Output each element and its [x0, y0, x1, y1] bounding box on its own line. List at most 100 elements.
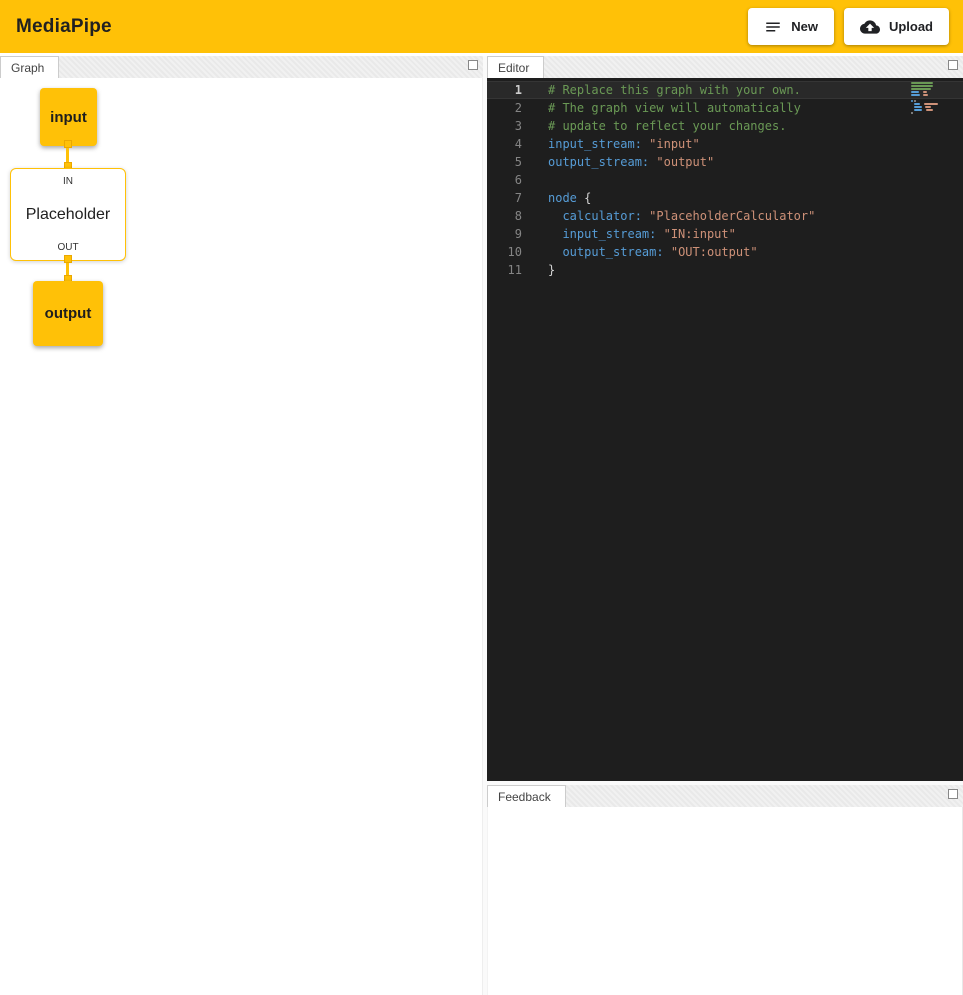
- line-content: [539, 171, 548, 189]
- feedback-content: [487, 807, 963, 995]
- new-button-label: New: [791, 19, 818, 34]
- code-line[interactable]: 10 output_stream: "OUT:output": [487, 243, 963, 261]
- code-line[interactable]: 9 input_stream: "IN:input": [487, 225, 963, 243]
- code-line[interactable]: 8 calculator: "PlaceholderCalculator": [487, 207, 963, 225]
- minimap-segment: [914, 100, 916, 102]
- minimap-segment: [914, 109, 923, 111]
- minimap-line: [911, 112, 953, 114]
- minimap-segment: [911, 112, 913, 114]
- line-content: calculator: "PlaceholderCalculator": [539, 207, 815, 225]
- code-line[interactable]: 1# Replace this graph with your own.: [487, 81, 963, 99]
- placeholder-out-port: OUT: [57, 242, 78, 253]
- code-line[interactable]: 2 # The graph view will automatically: [487, 99, 963, 117]
- minimap-line: [911, 109, 953, 111]
- line-number: 2: [487, 99, 539, 117]
- code-token: input_stream:: [548, 137, 642, 151]
- code-line[interactable]: 4input_stream: "input": [487, 135, 963, 153]
- code-token: # The graph view will automatically: [548, 101, 801, 115]
- maximize-icon[interactable]: [468, 60, 478, 70]
- minimap-segment: [923, 91, 927, 93]
- tab-graph[interactable]: Graph: [0, 56, 59, 78]
- code-token: [664, 245, 671, 259]
- graph-canvas[interactable]: input IN Placeholder OUT output: [0, 78, 483, 995]
- minimap-line: [911, 106, 953, 108]
- code-token: "output": [656, 155, 714, 169]
- minimap-segment: [911, 85, 933, 87]
- line-number: 11: [487, 261, 539, 279]
- cloud-upload-icon: [860, 17, 880, 37]
- code-line[interactable]: 11}: [487, 261, 963, 279]
- minimap-segment: [924, 103, 938, 105]
- line-number: 7: [487, 189, 539, 207]
- line-content: input_stream: "IN:input": [539, 225, 736, 243]
- header-buttons: New Upload: [748, 8, 949, 45]
- minimap-line: [911, 88, 953, 90]
- graph-panel-header: Graph: [0, 56, 483, 78]
- code-line[interactable]: 5output_stream: "output": [487, 153, 963, 171]
- line-content: # The graph view will automatically: [539, 99, 801, 117]
- graph-node-input-label: input: [50, 109, 87, 126]
- tab-feedback-label: Feedback: [498, 790, 551, 804]
- line-content: output_stream: "output": [539, 153, 714, 171]
- minimap-segment: [914, 103, 921, 105]
- graph-panel: Graph input IN Placeholder OUT output: [0, 56, 483, 995]
- code-editor[interactable]: 1# Replace this graph with your own.2 # T…: [487, 78, 963, 781]
- minimap-segment: [911, 94, 920, 96]
- code-token: # update to reflect your changes.: [548, 119, 786, 133]
- maximize-icon[interactable]: [948, 60, 958, 70]
- graph-node-output-label: output: [45, 305, 92, 322]
- minimap[interactable]: [911, 82, 953, 115]
- line-content: # Replace this graph with your own.: [539, 81, 801, 99]
- code-token: [548, 227, 562, 241]
- line-number: 8: [487, 207, 539, 225]
- code-token: [548, 245, 562, 259]
- editor-panel: Editor 1# Replace this graph with your o…: [487, 56, 963, 781]
- code-token: calculator:: [562, 209, 641, 223]
- upload-button[interactable]: Upload: [844, 8, 949, 45]
- code-token: [656, 227, 663, 241]
- app-header: MediaPipe New Upload: [0, 0, 963, 53]
- placeholder-label: Placeholder: [26, 206, 111, 224]
- feedback-panel-header: Feedback: [487, 785, 963, 807]
- minimap-line: [911, 91, 953, 93]
- minimap-segment: [926, 109, 933, 111]
- code-line[interactable]: 3 # update to reflect your changes.: [487, 117, 963, 135]
- new-button[interactable]: New: [748, 8, 834, 45]
- maximize-icon[interactable]: [948, 789, 958, 799]
- line-number: 4: [487, 135, 539, 153]
- minimap-line: [911, 103, 953, 105]
- code-token: }: [548, 263, 555, 277]
- graph-node-output[interactable]: output: [33, 281, 103, 346]
- line-number: 5: [487, 153, 539, 171]
- code-line[interactable]: 7node {: [487, 189, 963, 207]
- minimap-segment: [911, 100, 913, 102]
- tab-graph-label: Graph: [11, 61, 44, 75]
- line-content: output_stream: "OUT:output": [539, 243, 758, 261]
- right-column: Editor 1# Replace this graph with your o…: [487, 56, 963, 995]
- tab-feedback[interactable]: Feedback: [487, 785, 566, 807]
- line-content: node {: [539, 189, 591, 207]
- main-layout: Graph input IN Placeholder OUT output: [0, 53, 963, 995]
- minimap-segment: [911, 82, 933, 84]
- port-dot: [64, 255, 72, 263]
- minimap-segment: [914, 106, 922, 108]
- tab-editor[interactable]: Editor: [487, 56, 544, 78]
- code-token: {: [577, 191, 591, 205]
- code-line[interactable]: 6: [487, 171, 963, 189]
- line-content: input_stream: "input": [539, 135, 700, 153]
- minimap-line: [911, 100, 953, 102]
- line-number: 6: [487, 171, 539, 189]
- code-token: node: [548, 191, 577, 205]
- graph-node-placeholder[interactable]: IN Placeholder OUT: [10, 168, 126, 261]
- code-token: "PlaceholderCalculator": [649, 209, 815, 223]
- code-token: "input": [649, 137, 700, 151]
- feedback-panel: Feedback: [487, 785, 963, 995]
- code-token: [548, 209, 562, 223]
- minimap-line: [911, 82, 953, 84]
- graph-node-input[interactable]: input: [40, 88, 97, 146]
- line-number: 3: [487, 117, 539, 135]
- port-dot: [64, 140, 72, 148]
- upload-button-label: Upload: [889, 19, 933, 34]
- menu-lines-icon: [764, 18, 782, 36]
- line-number: 1: [487, 81, 539, 99]
